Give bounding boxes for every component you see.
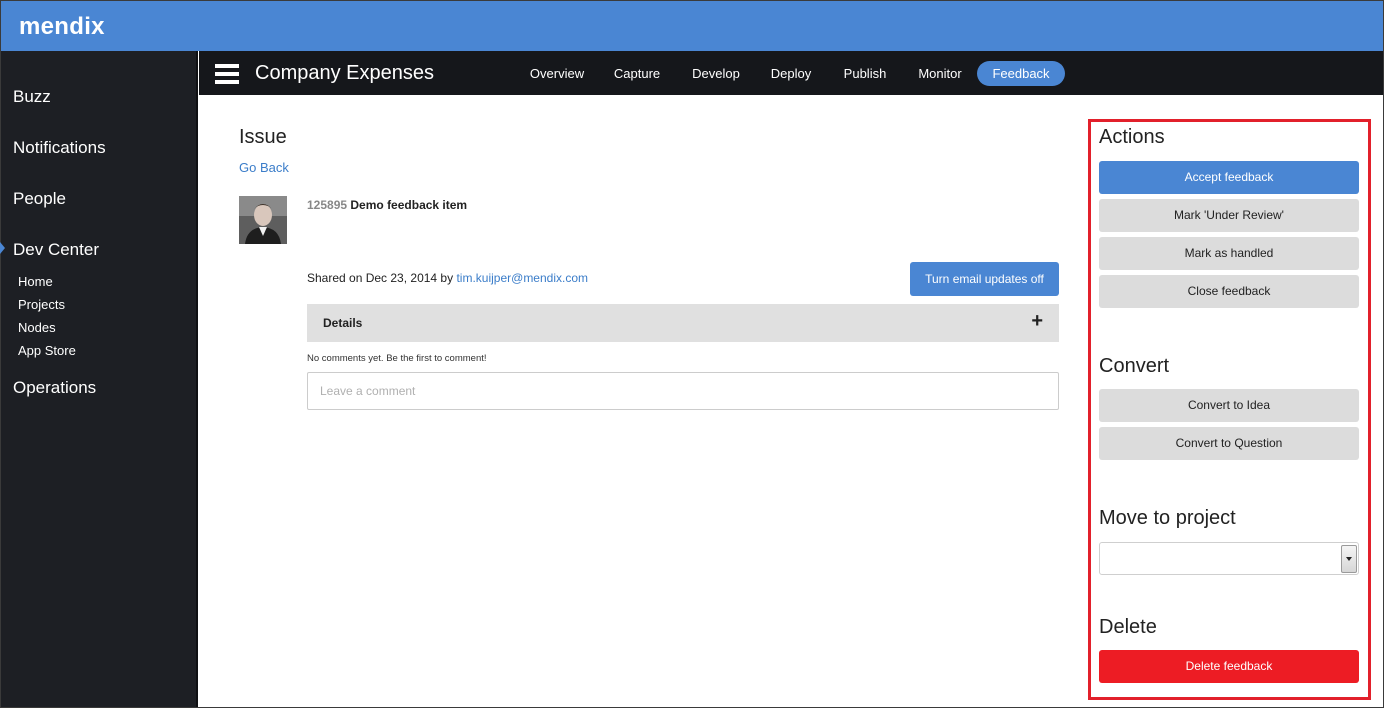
sidebar-item-people[interactable]: People <box>13 189 66 209</box>
user-avatar-icon <box>239 196 287 244</box>
delete-feedback-button[interactable]: Delete feedback <box>1099 650 1359 683</box>
convert-heading: Convert <box>1099 355 1170 377</box>
sidebar-item-notifications[interactable]: Notifications <box>13 138 106 158</box>
page-title: Issue <box>239 126 287 148</box>
shared-info: Shared on Dec 23, 2014 by tim.kuijper@me… <box>307 271 588 285</box>
tab-monitor[interactable]: Monitor <box>906 61 974 86</box>
mendix-logo[interactable]: mendix <box>19 13 105 41</box>
delete-heading: Delete <box>1099 616 1157 638</box>
expand-plus-icon[interactable]: + <box>1031 310 1043 333</box>
tab-feedback[interactable]: Feedback <box>977 61 1065 86</box>
avatar <box>239 196 287 244</box>
active-item-indicator <box>0 242 5 254</box>
close-feedback-button[interactable]: Close feedback <box>1099 275 1359 308</box>
tab-overview[interactable]: Overview <box>519 61 595 86</box>
comment-input[interactable] <box>307 372 1059 410</box>
mark-under-review-button[interactable]: Mark 'Under Review' <box>1099 199 1359 232</box>
details-label: Details <box>323 316 363 330</box>
hamburger-menu-icon[interactable] <box>215 64 239 84</box>
sidebar-subitem-projects[interactable]: Projects <box>18 297 65 312</box>
tab-deploy[interactable]: Deploy <box>759 61 823 86</box>
convert-to-question-button[interactable]: Convert to Question <box>1099 427 1359 460</box>
feedback-title: Demo feedback item <box>350 198 468 212</box>
move-to-project-heading: Move to project <box>1099 507 1236 529</box>
turn-email-updates-off-button[interactable]: Turn email updates off <box>910 262 1059 296</box>
tab-develop[interactable]: Develop <box>681 61 751 86</box>
sidebar-subitem-home[interactable]: Home <box>18 274 53 289</box>
details-accordion[interactable]: Details + <box>307 304 1059 342</box>
author-email-link[interactable]: tim.kuijper@mendix.com <box>456 271 588 285</box>
sidebar-item-dev-center[interactable]: Dev Center <box>13 240 99 260</box>
project-title: Company Expenses <box>255 62 434 84</box>
go-back-link[interactable]: Go Back <box>239 160 289 175</box>
sidebar-item-buzz[interactable]: Buzz <box>13 87 51 107</box>
tab-capture[interactable]: Capture <box>602 61 672 86</box>
no-comments-text: No comments yet. Be the first to comment… <box>307 353 487 364</box>
feedback-id: 125895 <box>307 198 348 212</box>
project-header: Company Expenses Overview Capture Develo… <box>199 51 1383 95</box>
tab-publish[interactable]: Publish <box>832 61 898 86</box>
sidebar-subitem-app-store[interactable]: App Store <box>18 343 76 358</box>
sidebar-subitem-nodes[interactable]: Nodes <box>18 320 56 335</box>
accept-feedback-button[interactable]: Accept feedback <box>1099 161 1359 194</box>
brand-bar: mendix <box>1 1 1383 51</box>
convert-to-idea-button[interactable]: Convert to Idea <box>1099 389 1359 422</box>
shared-prefix: Shared on Dec 23, 2014 by <box>307 271 454 285</box>
mark-as-handled-button[interactable]: Mark as handled <box>1099 237 1359 270</box>
actions-heading: Actions <box>1099 126 1165 148</box>
sidebar-item-operations[interactable]: Operations <box>13 378 96 398</box>
dropdown-arrow-icon[interactable] <box>1341 545 1357 573</box>
feedback-item-title: 125895 Demo feedback item <box>307 198 467 212</box>
project-select[interactable] <box>1099 542 1359 575</box>
